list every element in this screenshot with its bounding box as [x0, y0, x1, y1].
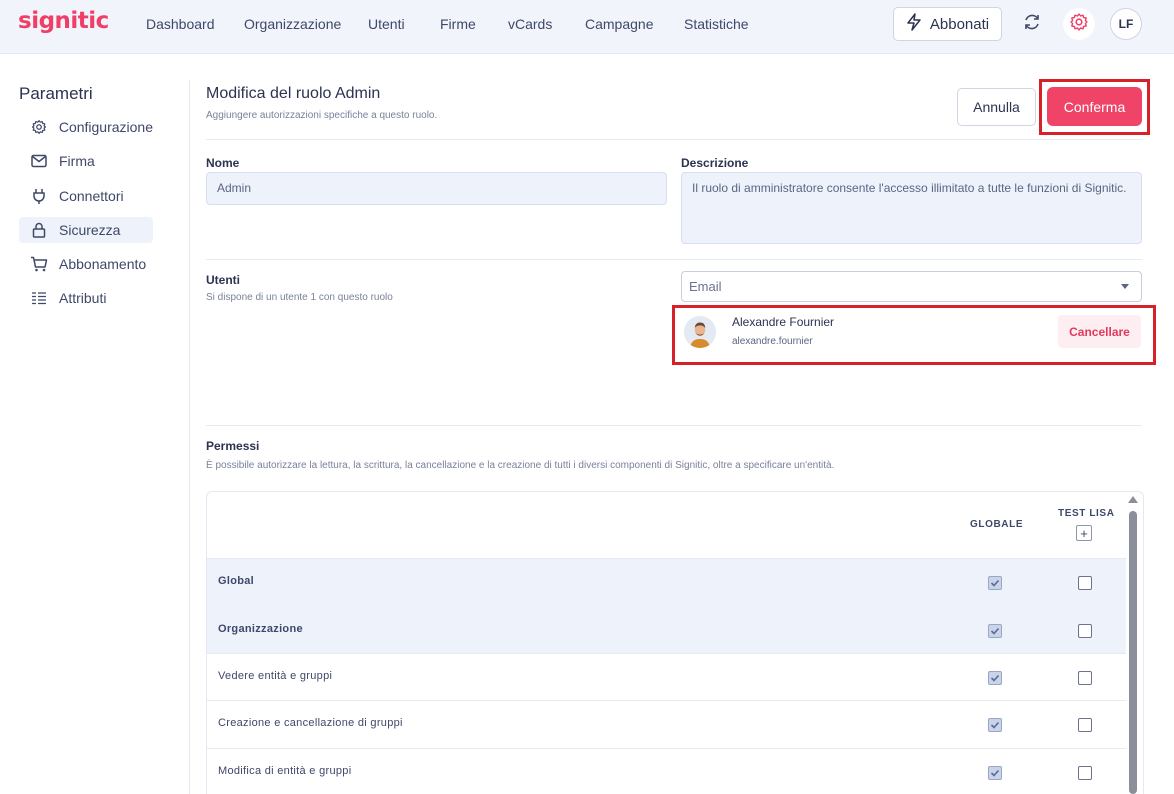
table-row: Modifica di entità e gruppi	[207, 748, 1126, 794]
permission-label: Organizzazione	[218, 623, 303, 635]
sidebar-item-label: Connettori	[59, 188, 124, 204]
checkbox-globale-checked[interactable]	[988, 576, 1002, 590]
column-header-test-lisa: TEST LISA	[1058, 508, 1115, 519]
page-subtitle: Aggiungere autorizzazioni specifiche a q…	[206, 110, 438, 121]
sidebar-item-sicurezza[interactable]: Sicurezza	[19, 217, 153, 243]
checkbox-test-lisa[interactable]	[1078, 576, 1092, 590]
nav-statistiche[interactable]: Statistiche	[684, 16, 749, 32]
refresh-icon	[1022, 12, 1042, 37]
sidebar-item-label: Firma	[59, 153, 95, 169]
signitic-logo[interactable]: signitic	[18, 8, 109, 34]
page-title: Modifica del ruolo Admin	[206, 85, 381, 102]
table-row: Vedere entità e gruppi	[207, 653, 1126, 701]
nav-utenti[interactable]: Utenti	[368, 16, 405, 32]
sidebar-item-firma[interactable]: Firma	[19, 148, 153, 174]
gear-icon	[1069, 12, 1089, 37]
checkbox-globale-checked[interactable]	[988, 766, 1002, 780]
confirm-button[interactable]: Conferma	[1047, 87, 1142, 126]
description-textarea[interactable]: Il ruolo di amministratore consente l'ac…	[681, 172, 1142, 244]
user-email: alexandre.fournier	[732, 336, 813, 347]
list-icon	[29, 288, 49, 308]
email-select-placeholder: Email	[689, 279, 722, 294]
gear-icon	[29, 117, 49, 137]
sidebar-item-label: Abbonamento	[59, 256, 147, 272]
checkbox-test-lisa[interactable]	[1078, 624, 1092, 638]
sidebar-item-configurazione[interactable]: Configurazione	[19, 114, 153, 140]
scroll-up-arrow-icon[interactable]	[1128, 496, 1138, 503]
abbonati-button[interactable]: Abbonati	[893, 7, 1002, 41]
table-row: Creazione e cancellazione di gruppi	[207, 700, 1126, 748]
checkbox-test-lisa[interactable]	[1078, 718, 1092, 732]
lightning-icon	[906, 13, 922, 35]
permissions-hint: È possibile autorizzare la lettura, la s…	[206, 460, 835, 471]
mail-icon	[29, 151, 49, 171]
sidebar-item-label: Attributi	[59, 290, 107, 306]
chevron-down-icon	[1121, 284, 1129, 289]
description-label: Descrizione	[681, 156, 749, 170]
add-column-button[interactable]: +	[1076, 525, 1092, 541]
divider	[206, 259, 1142, 260]
permissions-table: GLOBALE TEST LISA + Global Organizzazion…	[206, 491, 1144, 794]
top-navigation-bar: signitic Dashboard Organizzazione Utenti…	[0, 0, 1174, 54]
table-row: Global	[207, 558, 1126, 606]
name-label: Nome	[206, 156, 240, 170]
nav-organizzazione[interactable]: Organizzazione	[244, 16, 341, 32]
checkbox-test-lisa[interactable]	[1078, 671, 1092, 685]
name-input[interactable]: Admin	[206, 172, 667, 205]
sidebar-item-attributi[interactable]: Attributi	[19, 285, 153, 311]
sidebar-item-label: Sicurezza	[59, 222, 121, 238]
nav-firme[interactable]: Firme	[440, 16, 476, 32]
nav-dashboard[interactable]: Dashboard	[146, 16, 215, 32]
email-select[interactable]: Email	[681, 271, 1142, 302]
permission-label: Modifica di entità e gruppi	[218, 765, 352, 777]
divider	[206, 425, 1142, 426]
checkbox-globale-checked[interactable]	[988, 671, 1002, 685]
sidebar-item-label: Configurazione	[58, 119, 153, 135]
user-name: Alexandre Fournier	[732, 315, 835, 329]
permission-label: Global	[218, 575, 255, 587]
user-avatar-initials[interactable]: LF	[1110, 8, 1142, 40]
permission-label: Creazione e cancellazione di gruppi	[218, 717, 403, 729]
user-photo-avatar	[684, 316, 716, 348]
checkbox-globale-checked[interactable]	[988, 624, 1002, 638]
sidebar-item-connettori[interactable]: Connettori	[19, 183, 153, 209]
checkbox-test-lisa[interactable]	[1078, 766, 1092, 780]
divider	[206, 139, 1142, 140]
sidebar-title: Parametri	[19, 84, 93, 103]
remove-user-button[interactable]: Cancellare	[1058, 315, 1141, 348]
sidebar-divider	[189, 80, 190, 794]
plug-icon	[29, 186, 49, 206]
table-row: Organizzazione	[207, 606, 1126, 654]
scrollbar-thumb[interactable]	[1129, 511, 1137, 794]
nav-vcards[interactable]: vCards	[508, 16, 552, 32]
abbonati-label: Abbonati	[929, 15, 990, 33]
settings-button[interactable]	[1063, 8, 1095, 40]
sidebar-item-abbonamento[interactable]: Abbonamento	[19, 251, 153, 277]
users-hint: Si dispone di un utente 1 con questo ruo…	[206, 292, 393, 303]
permissions-label: Permessi	[206, 439, 260, 453]
checkbox-globale-checked[interactable]	[988, 718, 1002, 732]
column-header-globale: GLOBALE	[970, 519, 1024, 530]
lock-icon	[29, 220, 49, 240]
permission-label: Vedere entità e gruppi	[218, 670, 333, 682]
nav-campagne[interactable]: Campagne	[585, 16, 654, 32]
cart-icon	[29, 254, 49, 274]
users-label: Utenti	[206, 273, 240, 287]
cancel-button[interactable]: Annulla	[957, 88, 1036, 126]
refresh-button[interactable]	[1016, 8, 1048, 40]
